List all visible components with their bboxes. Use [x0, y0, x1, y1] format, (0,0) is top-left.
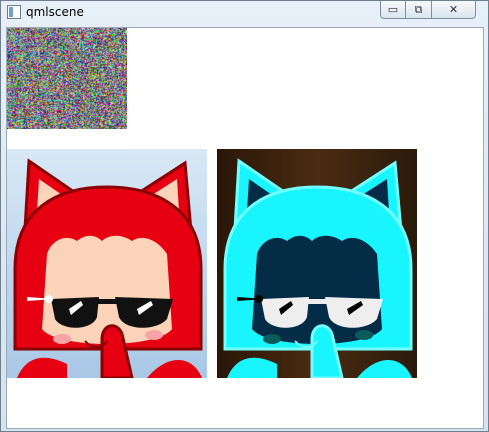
window-title: qmlscene [26, 5, 84, 19]
qml-scene-canvas [6, 27, 484, 429]
maximize-button[interactable]: ⧉ [406, 1, 432, 19]
maximize-icon: ⧉ [414, 2, 423, 16]
noise-image [7, 28, 127, 129]
minimize-button[interactable]: ▭ [380, 1, 406, 19]
title-bar[interactable]: qmlscene ▭ ⧉ ✕ [1, 1, 488, 23]
cartoon-fox-original-image [7, 149, 207, 378]
close-icon: ✕ [448, 3, 459, 16]
window-controls: ▭ ⧉ ✕ [380, 1, 476, 19]
app-window: qmlscene ▭ ⧉ ✕ [0, 0, 489, 432]
cartoon-fox-inverted-image [217, 149, 417, 378]
app-window-icon[interactable] [7, 5, 21, 19]
minimize-icon: ▭ [387, 3, 399, 16]
close-button[interactable]: ✕ [432, 1, 476, 19]
